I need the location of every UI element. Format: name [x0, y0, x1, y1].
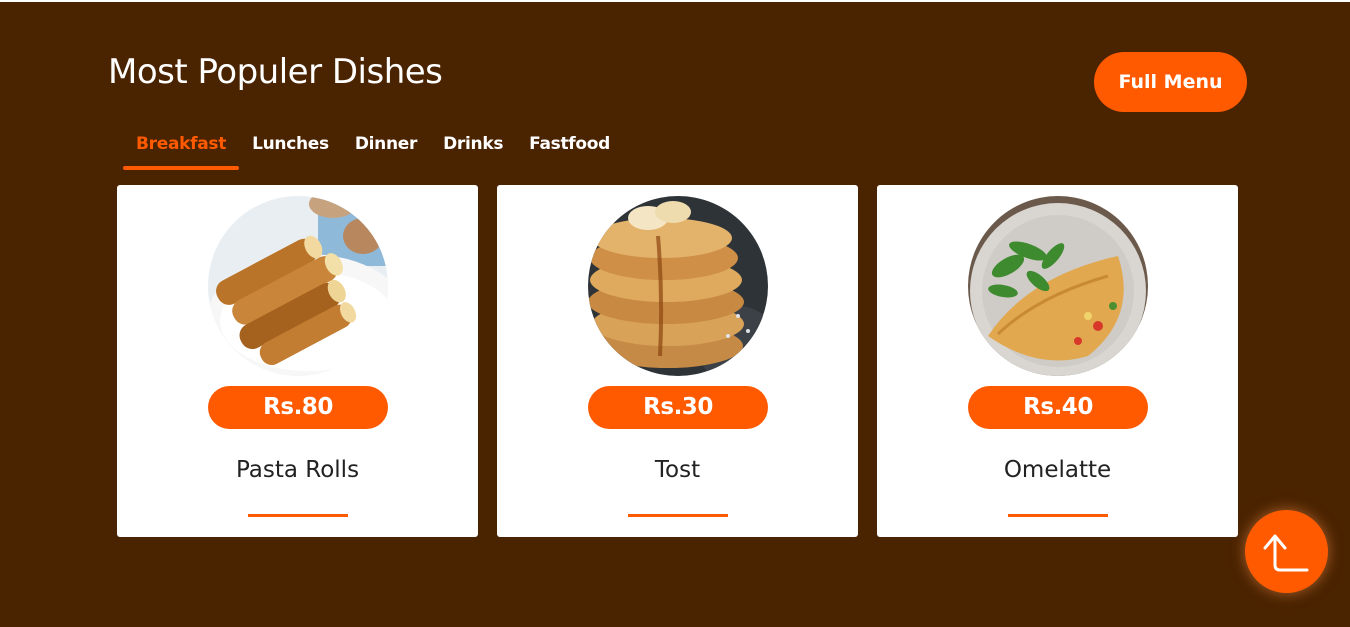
omelatte-image [968, 196, 1148, 376]
divider [248, 514, 348, 517]
tab-lunches[interactable]: Lunches [239, 130, 342, 168]
popular-dishes-section: Most Populer Dishes Full Menu Breakfast … [0, 2, 1350, 627]
tab-fastfood[interactable]: Fastfood [516, 130, 623, 168]
tost-image [588, 196, 768, 376]
dish-name: Pasta Rolls [235, 457, 360, 483]
full-menu-button[interactable]: Full Menu [1094, 52, 1247, 112]
pasta-rolls-image [208, 196, 388, 376]
tab-dinner[interactable]: Dinner [342, 130, 430, 168]
dish-name: Tost [654, 457, 701, 483]
dish-name: Omelatte [1003, 457, 1112, 483]
tab-drinks[interactable]: Drinks [430, 130, 516, 168]
price-badge: Rs.30 [588, 386, 768, 429]
back-to-top-button[interactable] [1245, 510, 1328, 593]
dish-card-pasta-rolls[interactable]: Rs.80 Pasta Rolls [117, 185, 478, 537]
tab-breakfast[interactable]: Breakfast [123, 130, 240, 170]
dish-card-tost[interactable]: Rs.30 Tost [497, 185, 858, 537]
category-tabs: Breakfast Lunches Dinner Drinks Fastfood [123, 130, 623, 170]
divider [628, 514, 728, 517]
dish-card-omelatte[interactable]: Rs.40 Omelatte [877, 185, 1238, 537]
price-badge: Rs.40 [968, 386, 1148, 429]
divider [1008, 514, 1108, 517]
arrow-up-corner-icon [1263, 534, 1309, 572]
section-title: Most Populer Dishes [108, 52, 443, 92]
price-badge: Rs.80 [208, 386, 388, 429]
